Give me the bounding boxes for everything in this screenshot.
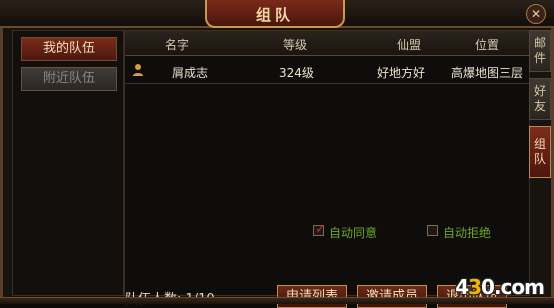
tab-team[interactable]: 组队 [529,126,551,178]
member-name: 屑成志 [172,66,209,80]
column-guild: 仙盟 [397,38,422,52]
auto-accept-checkbox[interactable]: ✓ [313,222,326,237]
member-guild: 好地方好 [377,66,426,80]
auto-reject-checkbox[interactable] [427,225,438,236]
member-level: 324级 [279,66,314,80]
tab-mail-label: 邮件 [533,36,546,65]
tab-mail[interactable]: 邮件 [529,30,551,72]
auto-reject-label: 自动拒绝 [443,226,492,240]
right-tabs: 邮件 好友 组队 [529,30,551,180]
title-plate: 组队 [205,0,345,28]
watermark-right: 0.com [481,275,545,299]
watermark-left: 4 [455,275,469,299]
auto-accept-label: 自动同意 [329,226,378,240]
site-watermark: 430.com [455,275,545,299]
tab-team-label: 组队 [533,137,546,166]
bottom-border [0,297,554,304]
table-header: 名字 等级 仙盟 位置 [125,31,529,56]
tab-friends[interactable]: 好友 [529,78,551,120]
checkmark-icon: ✓ [315,222,326,237]
table-row[interactable]: 屑成志 324级 好地方好 高爆地图三层 [125,59,529,84]
tab-friends-label: 好友 [533,84,546,113]
left-sidebar: 我的队伍 附近队伍 [12,30,124,296]
sidebar-item-nearby-team[interactable]: 附近队伍 [21,67,117,91]
title-bar: 组队 ✕ [0,0,554,28]
user-icon [133,64,143,76]
team-list-panel: 名字 等级 仙盟 位置 屑成志 324级 好地方好 高爆地图三层 ✓ 自动同意 … [124,30,530,308]
close-button[interactable]: ✕ [526,4,546,24]
watermark-dot: 3 [468,275,482,299]
sidebar-item-my-team[interactable]: 我的队伍 [21,37,117,61]
column-name: 名字 [165,38,190,52]
column-location: 位置 [475,38,500,52]
member-location: 高爆地图三层 [451,66,524,80]
window-title: 组队 [255,6,294,24]
column-level: 等级 [283,38,308,52]
